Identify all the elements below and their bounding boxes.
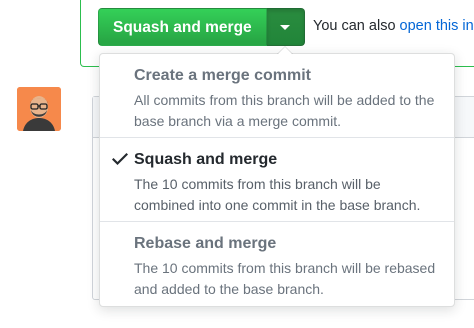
pull-request-page: Squash and merge You can also open this … <box>0 0 474 328</box>
menu-item-description: The 10 commits from this branch will be … <box>134 176 421 213</box>
menu-item-create-merge-commit[interactable]: Create a merge commit All commits from t… <box>100 54 454 138</box>
also-open-text: You can also open this in G <box>313 18 474 34</box>
merge-method-menu: Create a merge commit All commits from t… <box>99 46 455 307</box>
avatar[interactable] <box>17 87 61 131</box>
merge-button-group: Squash and merge <box>98 8 305 46</box>
caret-down-icon <box>280 24 291 30</box>
menu-item-description: All commits from this branch will be add… <box>134 92 435 129</box>
menu-item-rebase-and-merge[interactable]: Rebase and merge The 10 commits from thi… <box>100 222 454 306</box>
squash-and-merge-button[interactable]: Squash and merge <box>98 8 267 46</box>
also-open-prefix: You can also <box>313 18 400 34</box>
open-in-desktop-link[interactable]: open this in G <box>400 18 474 34</box>
menu-item-title: Create a merge commit <box>134 67 311 84</box>
avatar-portrait-icon <box>17 87 61 131</box>
menu-item-title: Squash and merge <box>134 151 278 168</box>
menu-item-squash-and-merge[interactable]: Squash and merge The 10 commits from thi… <box>100 138 454 222</box>
menu-item-description: The 10 commits from this branch will be … <box>134 260 436 297</box>
menu-item-title: Rebase and merge <box>134 235 277 252</box>
check-icon <box>112 152 128 166</box>
